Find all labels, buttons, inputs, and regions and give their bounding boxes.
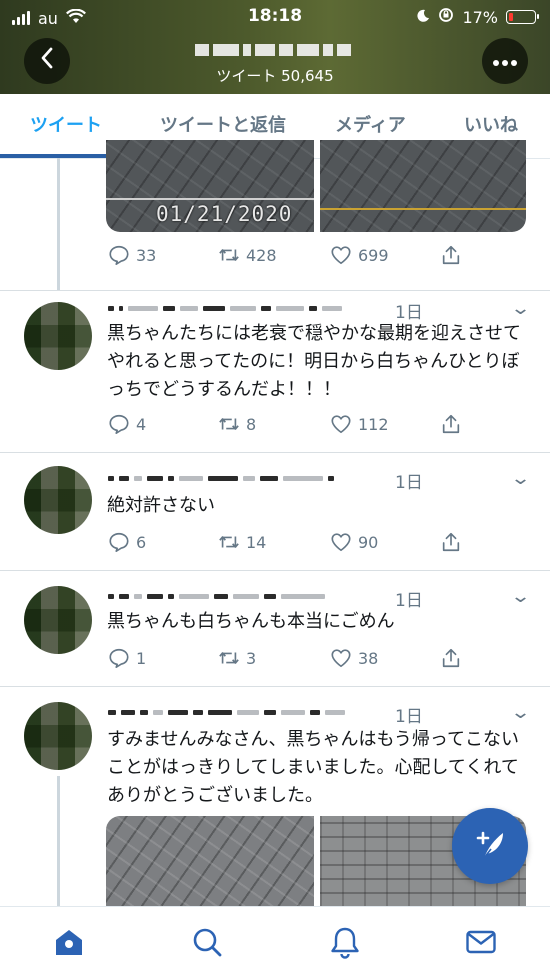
tab-tweets[interactable]: ツイート: [30, 94, 102, 158]
tweet-author-redacted: [108, 702, 345, 722]
reply-button[interactable]: 1: [108, 646, 146, 670]
tweet-media-image[interactable]: [106, 816, 314, 908]
heart-icon: [331, 415, 351, 434]
avatar[interactable]: [24, 466, 92, 534]
retweet-count: 428: [246, 245, 277, 265]
battery-icon: [506, 10, 539, 24]
more-button[interactable]: [482, 38, 528, 84]
like-button[interactable]: 112: [330, 412, 389, 436]
reply-icon: [109, 648, 129, 668]
retweet-button[interactable]: 3: [218, 646, 256, 670]
tweet-text: 黒ちゃんも白ちゃんも本当にごめん: [107, 611, 395, 632]
chevron-down-icon[interactable]: ⌄: [510, 468, 531, 489]
share-button[interactable]: [440, 412, 462, 436]
tweet-text: 絶対許さない: [107, 495, 215, 516]
like-button[interactable]: 699: [330, 243, 389, 267]
tweet-actions: 6 14 90: [108, 530, 468, 554]
tweet-actions: 1 3 38: [108, 646, 468, 670]
tweet-author-redacted: [108, 468, 334, 488]
retweet-count: 8: [246, 414, 257, 434]
retweet-button[interactable]: 8: [218, 412, 256, 436]
avatar[interactable]: [24, 702, 92, 770]
more-icon: [492, 51, 518, 72]
nav-home[interactable]: [52, 925, 86, 959]
retweet-icon: [219, 418, 239, 430]
moon-icon: [416, 8, 430, 27]
mail-icon: [466, 930, 496, 954]
retweet-button[interactable]: 428: [218, 243, 277, 267]
reply-button[interactable]: 4: [108, 412, 146, 436]
like-count: 112: [358, 414, 389, 434]
like-button[interactable]: 90: [330, 530, 378, 554]
thread-line: [57, 776, 60, 906]
tweet-count: ツイート 50,645: [216, 67, 334, 85]
chevron-down-icon[interactable]: ⌄: [510, 702, 531, 723]
reply-count: 1: [136, 648, 147, 668]
tweet-media-image[interactable]: [320, 140, 526, 232]
tweet-author-redacted: [108, 298, 342, 318]
battery-percent: 17%: [462, 7, 498, 27]
retweet-icon: [219, 652, 239, 664]
reply-icon: [109, 414, 129, 434]
like-count: 699: [358, 245, 389, 265]
retweet-count: 14: [246, 532, 267, 552]
bell-icon: [331, 927, 359, 959]
reply-icon: [109, 245, 129, 265]
reply-icon: [109, 532, 129, 552]
reply-count: 33: [136, 245, 157, 265]
like-count: 90: [358, 532, 379, 552]
reply-button[interactable]: 6: [108, 530, 146, 554]
avatar[interactable]: [24, 302, 92, 370]
like-button[interactable]: 38: [330, 646, 378, 670]
reply-count: 6: [136, 532, 147, 552]
tweet-text: すみませんみなさん、黒ちゃんはもう帰ってこないことがはっきりしてしまいました。心…: [107, 729, 520, 806]
heart-icon: [331, 649, 351, 668]
profile-name-redacted: [195, 40, 355, 60]
heart-icon: [331, 246, 351, 265]
like-count: 38: [358, 648, 379, 668]
tweet-actions: 4 8 112: [108, 412, 468, 436]
tweet-timestamp: 1日: [395, 707, 423, 727]
tweet-separator: [0, 452, 550, 453]
home-icon: [56, 930, 82, 955]
tweet-author-redacted: [108, 586, 325, 606]
search-icon: [193, 928, 222, 957]
chevron-down-icon[interactable]: ⌄: [510, 586, 531, 607]
share-icon: [442, 414, 460, 434]
tweet-separator: [0, 570, 550, 571]
rotation-lock-icon: [438, 7, 454, 27]
heart-icon: [331, 533, 351, 552]
tweet-timestamp: 1日: [395, 473, 423, 493]
status-bar-right: 17%: [416, 6, 539, 28]
compose-tweet-button[interactable]: [452, 808, 528, 884]
battery-fill: [509, 13, 513, 21]
reply-count: 4: [136, 414, 147, 434]
nav-search[interactable]: [190, 925, 224, 959]
tweet-separator: [0, 290, 550, 291]
thread-line: [57, 158, 60, 290]
retweet-count: 3: [246, 648, 257, 668]
share-button[interactable]: [440, 646, 462, 670]
share-icon: [442, 648, 460, 668]
share-button[interactable]: [440, 530, 462, 554]
retweet-button[interactable]: 14: [218, 530, 266, 554]
chevron-down-icon[interactable]: ⌄: [510, 298, 531, 319]
profile-header: au 18:18 17% ツイート 50,645: [0, 0, 550, 94]
share-icon: [442, 532, 460, 552]
media-date-stamp: 01/21/2020: [156, 202, 293, 226]
compose-feather-icon: [470, 824, 510, 868]
reply-button[interactable]: 33: [108, 243, 156, 267]
tweet-actions: 33 428 699: [108, 243, 468, 267]
retweet-icon: [219, 536, 239, 548]
avatar[interactable]: [24, 586, 92, 654]
share-button[interactable]: [440, 243, 462, 267]
bottom-tab-bar: [0, 906, 550, 979]
tweet-media-image[interactable]: 01/21/2020: [106, 140, 314, 232]
tweet-separator: [0, 686, 550, 687]
share-icon: [442, 245, 460, 265]
nav-messages[interactable]: [464, 925, 498, 959]
nav-notifications[interactable]: [328, 925, 362, 959]
tweet-text: 黒ちゃんたちには老衰で穏やかな最期を迎えさせてやれると思ってたのに！明日から白ち…: [107, 323, 521, 400]
retweet-icon: [219, 249, 239, 261]
